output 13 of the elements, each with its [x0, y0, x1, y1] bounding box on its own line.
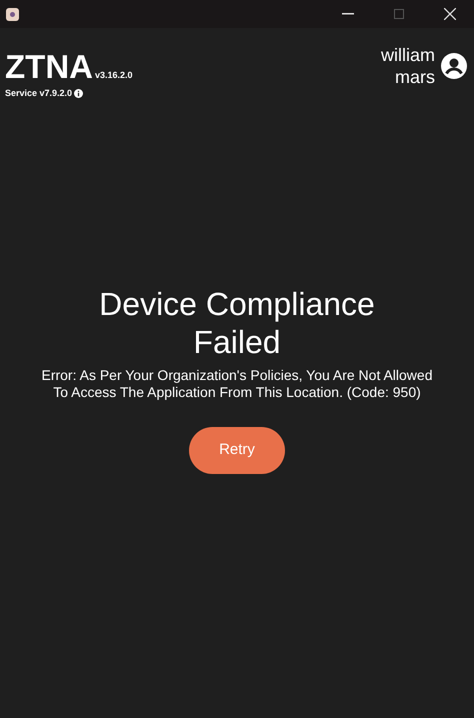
info-icon[interactable] [74, 89, 84, 98]
message-title: Device Compliance Failed [98, 284, 376, 360]
user-account-icon[interactable] [441, 53, 467, 79]
error-message: Error: As Per Your Organization's Policies, You Are Not Allowed To Access The Application From This Location. (Code: 950) [40, 366, 434, 400]
close-icon[interactable] [444, 8, 456, 20]
user-name: william mars [380, 44, 435, 88]
service-version: Service v7.9.2.0 [5, 87, 72, 100]
app-icon [6, 8, 19, 20]
maximize-icon[interactable] [394, 9, 404, 19]
app-name: ZTNA [5, 50, 93, 83]
app-version: v3.16.2.0 [94, 68, 133, 82]
minimize-icon[interactable] [342, 13, 354, 15]
retry-button[interactable]: Retry [189, 426, 285, 474]
